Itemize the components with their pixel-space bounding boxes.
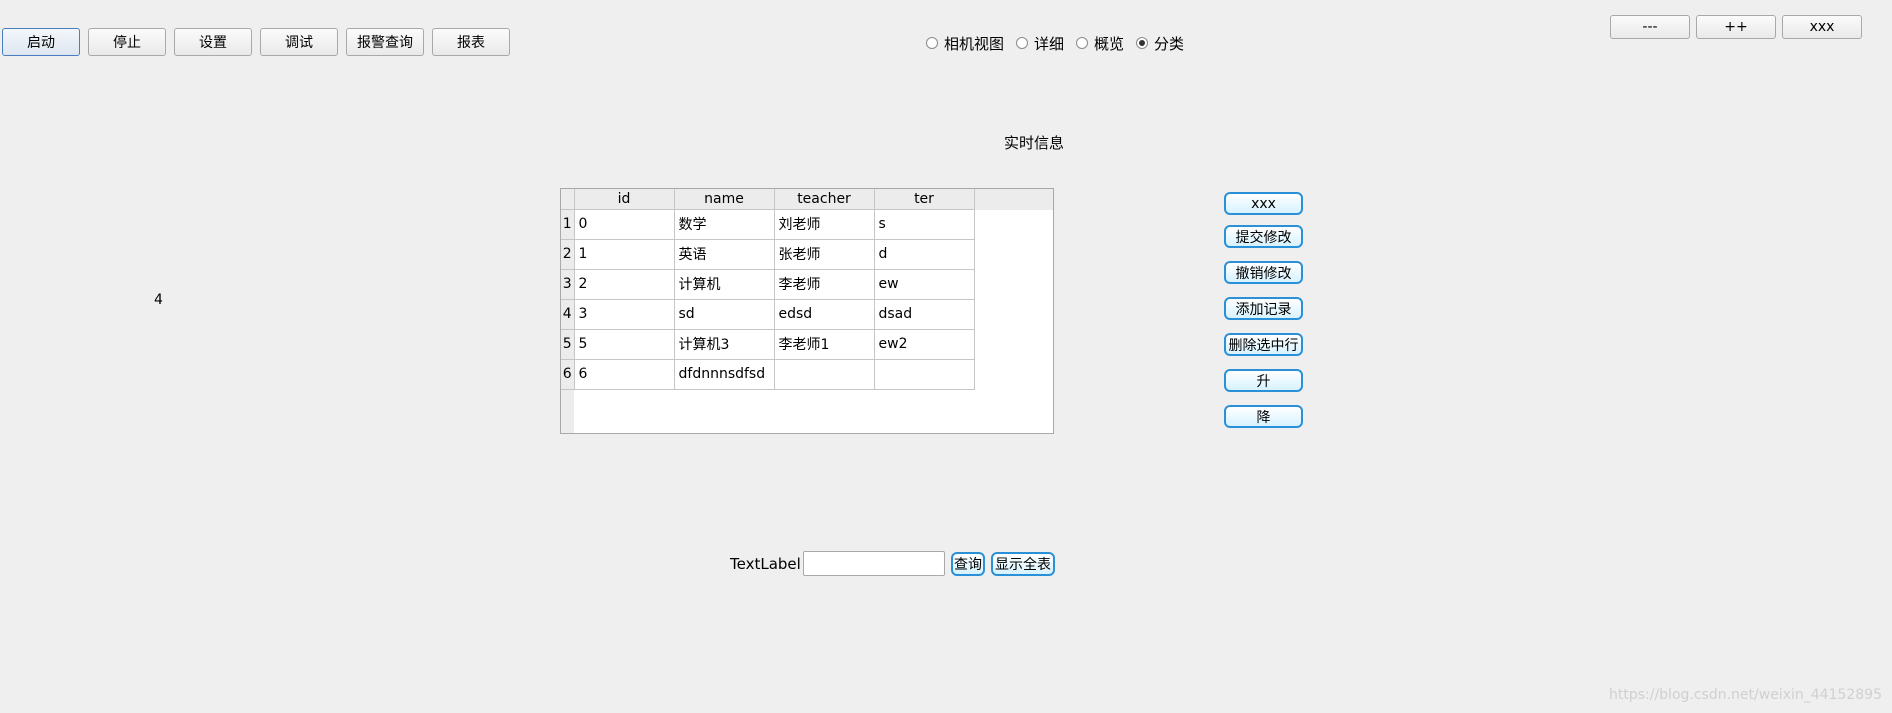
radio-detail[interactable]: 详细 xyxy=(1016,33,1064,54)
cell-id[interactable]: 0 xyxy=(574,209,675,240)
stop-button[interactable]: 停止 xyxy=(88,28,166,56)
revert-changes-button[interactable]: 撤销修改 xyxy=(1224,261,1303,284)
cell-ter[interactable]: ew2 xyxy=(874,329,975,360)
cell-name[interactable]: 英语 xyxy=(674,239,775,270)
cell-teacher[interactable]: 李老师1 xyxy=(774,329,875,360)
cell-ter[interactable] xyxy=(874,359,975,390)
radio-label: 详细 xyxy=(1034,34,1065,53)
table-row[interactable]: 5 5 计算机3 李老师1 ew2 xyxy=(561,329,975,360)
column-header-ter[interactable]: ter xyxy=(874,189,975,210)
table-row[interactable]: 6 6 dfdnnnsdfsd xyxy=(561,359,975,390)
search-input[interactable] xyxy=(803,551,945,576)
count-label: 4 xyxy=(154,292,163,308)
radio-indicator[interactable] xyxy=(1076,37,1089,49)
table-row[interactable]: 4 3 sd edsd dsad xyxy=(561,299,975,330)
table-header-row: id name teacher ter xyxy=(561,189,975,210)
table-row[interactable]: 3 2 计算机 李老师 ew xyxy=(561,269,975,300)
close-button[interactable]: xxx xyxy=(1782,15,1862,39)
delete-selected-row-button[interactable]: 删除选中行 xyxy=(1224,333,1303,356)
cell-teacher[interactable] xyxy=(774,359,875,390)
search-label: TextLabel xyxy=(730,555,801,573)
cell-name[interactable]: 计算机3 xyxy=(674,329,775,360)
submit-changes-button[interactable]: 提交修改 xyxy=(1224,225,1303,248)
table-row[interactable]: 2 1 英语 张老师 d xyxy=(561,239,975,270)
add-record-button[interactable]: 添加记录 xyxy=(1224,297,1303,320)
radio-label: 分类 xyxy=(1154,34,1185,53)
debug-button[interactable]: 调试 xyxy=(260,28,338,56)
data-table-view[interactable]: id name teacher ter 1 0 数学 刘老师 s 2 1 英语 … xyxy=(560,188,1054,434)
radio-indicator[interactable] xyxy=(926,37,938,49)
view-mode-group: 相机视图 详细 概览 分类 xyxy=(926,33,1196,53)
cell-ter[interactable]: d xyxy=(874,239,975,270)
start-button[interactable]: 启动 xyxy=(2,28,80,56)
column-header-id[interactable]: id xyxy=(574,189,675,210)
cell-id[interactable]: 3 xyxy=(574,299,675,330)
row-number[interactable]: 1 xyxy=(561,209,575,240)
data-table: id name teacher ter 1 0 数学 刘老师 s 2 1 英语 … xyxy=(561,189,975,390)
row-number[interactable]: 2 xyxy=(561,239,575,270)
cell-ter[interactable]: s xyxy=(874,209,975,240)
row-number[interactable]: 6 xyxy=(561,359,575,390)
xxx-action-button[interactable]: xxx xyxy=(1224,192,1303,215)
cell-ter[interactable]: ew xyxy=(874,269,975,300)
cell-id[interactable]: 2 xyxy=(574,269,675,300)
cell-teacher[interactable]: edsd xyxy=(774,299,875,330)
cell-id[interactable]: 1 xyxy=(574,239,675,270)
radio-camera-view[interactable]: 相机视图 xyxy=(926,33,1004,54)
radio-label: 概览 xyxy=(1094,34,1125,53)
cell-name[interactable]: dfdnnnsdfsd xyxy=(674,359,775,390)
sort-ascending-button[interactable]: 升 xyxy=(1224,369,1303,392)
alarm-query-button[interactable]: 报警查询 xyxy=(346,28,424,56)
radio-label: 相机视图 xyxy=(944,34,1005,53)
cell-name[interactable]: sd xyxy=(674,299,775,330)
table-corner[interactable] xyxy=(561,189,575,210)
cell-teacher[interactable]: 李老师 xyxy=(774,269,875,300)
show-all-button[interactable]: 显示全表 xyxy=(991,552,1055,576)
column-header-name[interactable]: name xyxy=(674,189,775,210)
radio-overview[interactable]: 概览 xyxy=(1076,33,1124,54)
row-number[interactable]: 5 xyxy=(561,329,575,360)
cell-teacher[interactable]: 张老师 xyxy=(774,239,875,270)
maximize-button[interactable]: ++ xyxy=(1696,15,1776,39)
radio-indicator-checked[interactable] xyxy=(1136,37,1149,49)
watermark: https://blog.csdn.net/weixin_44152895 xyxy=(1608,687,1882,703)
row-number[interactable]: 4 xyxy=(561,299,575,330)
cell-ter[interactable]: dsad xyxy=(874,299,975,330)
radio-category[interactable]: 分类 xyxy=(1136,33,1184,54)
report-button[interactable]: 报表 xyxy=(432,28,510,56)
query-button[interactable]: 查询 xyxy=(951,552,985,576)
cell-id[interactable]: 5 xyxy=(574,329,675,360)
radio-indicator[interactable] xyxy=(1016,37,1029,49)
minimize-button[interactable]: --- xyxy=(1610,15,1690,39)
column-header-teacher[interactable]: teacher xyxy=(774,189,875,210)
cell-name[interactable]: 计算机 xyxy=(674,269,775,300)
cell-id[interactable]: 6 xyxy=(574,359,675,390)
table-row[interactable]: 1 0 数学 刘老师 s xyxy=(561,209,975,240)
settings-button[interactable]: 设置 xyxy=(174,28,252,56)
sort-descending-button[interactable]: 降 xyxy=(1224,405,1303,428)
realtime-info-title: 实时信息 xyxy=(1004,134,1065,152)
cell-name[interactable]: 数学 xyxy=(674,209,775,240)
cell-teacher[interactable]: 刘老师 xyxy=(774,209,875,240)
row-number[interactable]: 3 xyxy=(561,269,575,300)
